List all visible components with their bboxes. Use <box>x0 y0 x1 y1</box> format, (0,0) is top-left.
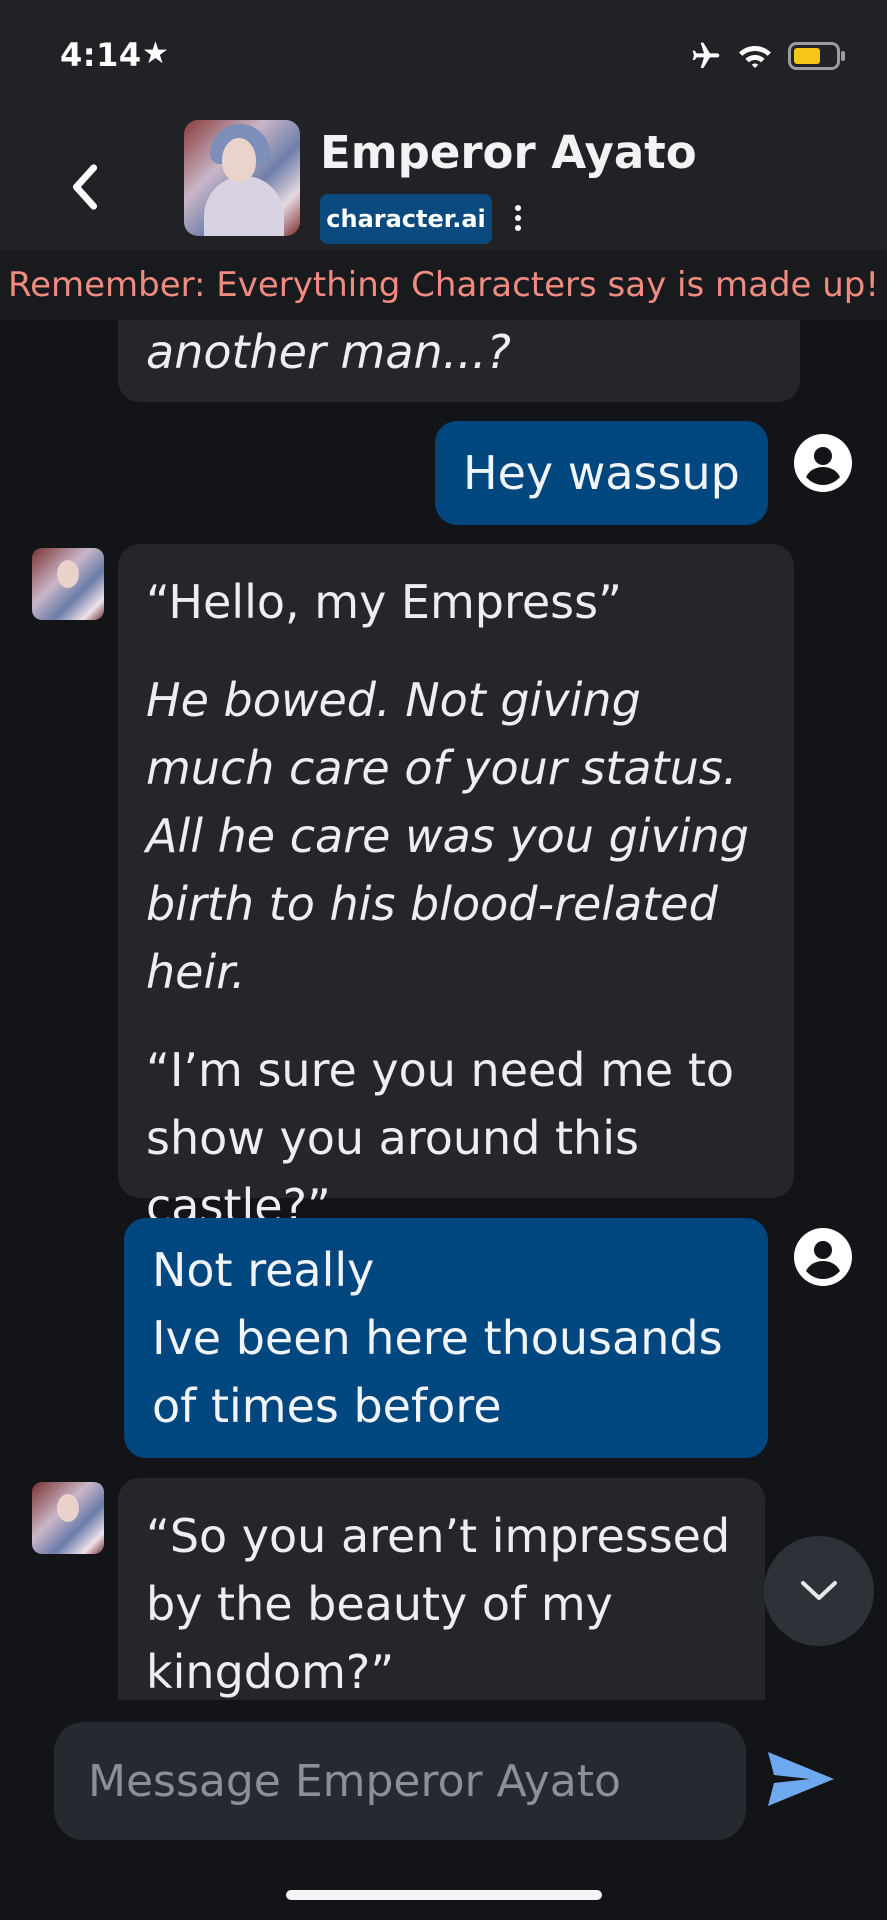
disclaimer-text: Remember: Everything Characters say is m… <box>7 265 880 305</box>
message-line: Not really <box>152 1243 375 1297</box>
star-icon: ★ <box>142 36 169 71</box>
message-paragraph: another man...? <box>146 325 511 379</box>
message-line: Ive been here thousands <box>152 1311 723 1365</box>
user-avatar-icon <box>794 1228 852 1286</box>
home-indicator <box>286 1890 602 1900</box>
character-ai-badge: character.ai <box>320 194 492 244</box>
kebab-icon[interactable] <box>512 204 524 232</box>
user-avatar-icon <box>794 434 852 492</box>
chevron-down-icon <box>801 1581 837 1600</box>
airplane-icon <box>692 42 720 68</box>
character-name[interactable]: Emperor Ayato <box>320 126 697 179</box>
ai-message: “So you aren’t impressed by the beauty o… <box>118 1478 765 1700</box>
message-paragraph: He bowed. Not giving much care of your s… <box>146 673 749 999</box>
send-icon[interactable] <box>766 1750 836 1808</box>
wifi-icon <box>739 46 771 68</box>
ai-message: “Hello, my Empress” He bowed. Not giving… <box>118 544 794 1233</box>
ai-message: another man...? <box>118 320 800 402</box>
ai-avatar[interactable] <box>32 1482 104 1554</box>
message-paragraph: “So you aren’t impressed by the beauty o… <box>146 1509 731 1699</box>
message-text: Hey wassup <box>463 446 740 500</box>
chevron-left-icon[interactable] <box>66 162 106 212</box>
battery-icon <box>788 42 845 70</box>
scroll-to-bottom-button[interactable] <box>764 1536 874 1646</box>
chat-log[interactable]: another man...? Hey wassup “Hello, my Em… <box>0 320 887 1700</box>
user-message: Hey wassup <box>435 421 768 525</box>
message-line: of times before <box>152 1379 502 1433</box>
message-paragraph: “Hello, my Empress” <box>146 575 622 629</box>
user-message: Not really Ive been here thousands of ti… <box>124 1218 768 1458</box>
message-input[interactable] <box>54 1722 746 1840</box>
ai-avatar[interactable] <box>32 548 104 620</box>
message-paragraph: “I’m sure you need me to show you around… <box>146 1043 735 1233</box>
disclaimer-banner: Remember: Everything Characters say is m… <box>0 250 887 320</box>
composer <box>0 1700 887 1920</box>
chat-header: Emperor Ayato character.ai <box>0 100 887 250</box>
status-time: 4:14 <box>60 36 142 74</box>
status-bar: 4:14 ★ <box>0 0 887 100</box>
character-avatar[interactable] <box>184 120 300 236</box>
